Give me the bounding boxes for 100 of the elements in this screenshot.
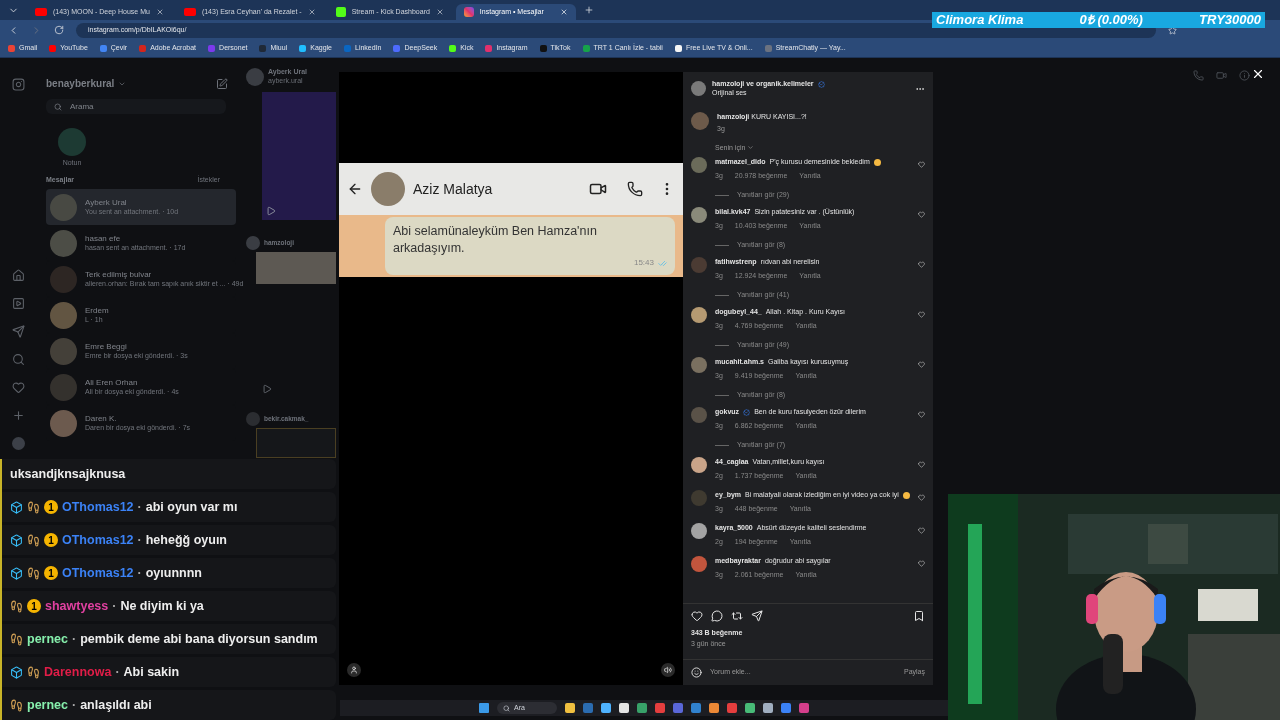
- phone-icon[interactable]: [1193, 70, 1204, 81]
- avatar: [371, 172, 405, 206]
- chat-text: anlaşıldı abi: [80, 696, 152, 714]
- home-icon[interactable]: [11, 269, 25, 282]
- video-site-icon: [35, 8, 47, 16]
- contact-name: Aziz Malatya: [413, 179, 494, 199]
- separator-dot: ·: [137, 531, 142, 549]
- volume-icon[interactable]: [661, 663, 675, 677]
- chat-text: oyıunnnn: [145, 564, 202, 582]
- account-name[interactable]: benayberkural: [46, 76, 115, 91]
- message-time: 15:43: [633, 257, 654, 269]
- avatar: [246, 236, 260, 250]
- k-logo-icon: [335, 7, 346, 17]
- cube-icon: [10, 500, 23, 514]
- comment-icon[interactable]: [711, 610, 723, 622]
- avatar: [691, 307, 707, 323]
- video-player[interactable]: Aziz Malatya Abi selamünaleyküm Ben Hamza'nın arkadaşıyım. 15:43: [339, 72, 683, 685]
- reload-icon[interactable]: [54, 25, 64, 35]
- avatar: [691, 207, 707, 223]
- camera-logo-icon: [463, 7, 474, 17]
- avatar: [691, 157, 707, 173]
- avatar: [691, 111, 709, 130]
- ticker-price: TRY30000: [1199, 11, 1261, 30]
- info-icon[interactable]: [1239, 70, 1250, 81]
- chat-text: Abi sakin: [123, 663, 180, 681]
- avatar: [691, 81, 706, 97]
- search-icon: [503, 704, 510, 712]
- separator-dot: ·: [112, 597, 117, 615]
- contact-name: Terk edilmiş bulvar: [85, 269, 153, 280]
- coin-badge: 1: [44, 500, 58, 514]
- cube-icon: [10, 533, 23, 547]
- avatar: [691, 556, 707, 572]
- avatar: [691, 523, 707, 539]
- video-call-icon[interactable]: [1216, 70, 1227, 81]
- boot-icon: [27, 500, 40, 514]
- avatar: [50, 265, 77, 293]
- cube-icon: [10, 665, 23, 679]
- coin-badge: 1: [27, 599, 41, 613]
- coin-badge: 1: [44, 533, 58, 547]
- emoji-icon[interactable]: [691, 667, 702, 678]
- avatar: [50, 373, 77, 401]
- chat-username[interactable]: Darennowa: [44, 662, 112, 682]
- close-icon[interactable]: [1251, 67, 1265, 81]
- chat-text: pembik deme abi bana diyorsun sandım: [80, 630, 318, 648]
- avatar: [50, 301, 77, 329]
- boot-icon: [10, 632, 23, 646]
- avatar: [691, 407, 707, 423]
- bookmark-icon[interactable]: [913, 610, 925, 622]
- avatar: [58, 128, 86, 156]
- create-icon[interactable]: [11, 409, 25, 422]
- chat-text: Ne diyim ki ya: [120, 597, 204, 615]
- repost-icon[interactable]: [731, 610, 743, 622]
- contact-name: Ayberk Ural: [85, 197, 128, 208]
- profile-icon[interactable]: [347, 663, 361, 677]
- new-tab-icon[interactable]: [583, 5, 594, 15]
- avatar: [50, 229, 77, 257]
- reels-icon[interactable]: [11, 297, 25, 310]
- avatar: [691, 490, 707, 506]
- avatar: [691, 457, 707, 473]
- contact-name: Daren K.: [85, 413, 118, 424]
- contact-name: Erdem: [85, 305, 109, 316]
- chat-username[interactable]: OThomas12: [62, 497, 134, 517]
- back-arrow-icon: [347, 181, 363, 197]
- avatar: [50, 337, 77, 365]
- contact-name: Ali Eren Orhan: [85, 377, 139, 388]
- bookmark-star-icon[interactable]: [1168, 25, 1177, 35]
- camera-logo-icon[interactable]: [11, 78, 25, 91]
- separator-dot: ·: [137, 498, 142, 516]
- search-field[interactable]: Arama: [46, 99, 226, 114]
- search-icon[interactable]: [11, 353, 25, 366]
- read-ticks-icon: [658, 258, 667, 268]
- start-icon[interactable]: [479, 703, 489, 713]
- contact-name: hasan efe: [85, 233, 122, 244]
- avatar: [50, 193, 77, 221]
- chevron-icon[interactable]: [747, 144, 755, 152]
- boot-icon: [27, 665, 40, 679]
- chat-text: heheğğ oyuın: [145, 531, 227, 549]
- separator-dot: ·: [115, 663, 120, 681]
- chat-text: abi oyun var mı: [145, 498, 238, 516]
- chat-username[interactable]: OThomas12: [62, 530, 134, 550]
- message-text: Abi selamünaleyküm Ben Hamza'nın arkadaşıyım.: [393, 223, 598, 257]
- boot-icon: [10, 698, 23, 712]
- contact-name: Emre Beggi: [85, 341, 128, 352]
- search-icon: [54, 102, 62, 111]
- chat-username[interactable]: OThomas12: [62, 563, 134, 583]
- play-icon[interactable]: [262, 384, 272, 394]
- boot-icon: [27, 566, 40, 580]
- avatar: [246, 412, 260, 426]
- avatar: [246, 68, 264, 86]
- chat-username[interactable]: pernec: [27, 629, 68, 649]
- play-icon[interactable]: [266, 206, 276, 216]
- phone-icon: [627, 181, 643, 197]
- chat-username[interactable]: pernec: [27, 695, 68, 715]
- boot-icon: [27, 533, 40, 547]
- compose-icon[interactable]: [216, 77, 228, 90]
- video-site-icon: [183, 8, 196, 16]
- avatar: [691, 257, 707, 273]
- separator-dot: ·: [72, 630, 77, 648]
- chat-username[interactable]: shawtyess: [45, 596, 109, 616]
- cube-icon: [10, 566, 23, 580]
